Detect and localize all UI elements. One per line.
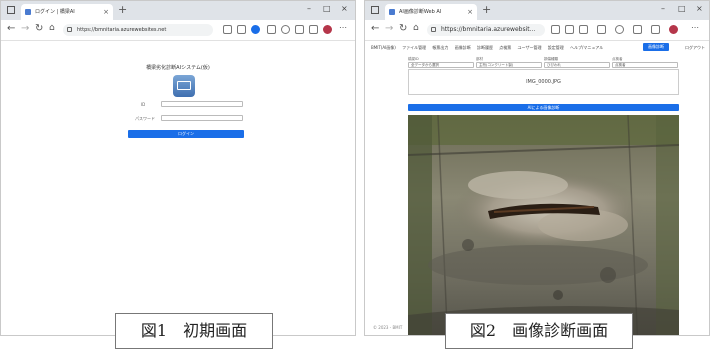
address-bar-row: ← → ↻ ⌂ https://bmnitaria.azurewebsites.… [1,20,355,41]
split-screen-icon[interactable] [597,25,606,34]
logout-link[interactable]: ログアウト [685,45,705,51]
lock-icon [431,27,436,32]
back-icon[interactable]: ← [371,23,379,34]
diagnosis-page: BMIT(AI画像) ファイル管理 帳票出力 画像診断 診断履歴 点検票 ユーザ… [365,41,709,335]
login-page: 橋梁劣化診断AIシステム(仮) ID パスワード ログイン [1,41,355,335]
forward-icon[interactable]: → [21,23,29,34]
read-aloud-icon[interactable] [551,25,560,34]
forward-icon[interactable]: → [385,23,393,34]
home-icon[interactable]: ⌂ [49,23,55,33]
menu-item[interactable]: ファイル管理 [402,45,426,50]
diagnose-nav-button[interactable]: 画像診断 [643,43,669,51]
new-tab-icon[interactable]: + [118,3,127,16]
browser-essentials-icon[interactable] [309,25,318,34]
member-select-group: 部材 主桁(コンクリート製) [476,57,542,68]
refresh-icon[interactable]: ↻ [399,23,407,34]
read-aloud-icon[interactable] [223,25,232,34]
url-field[interactable]: https://bmnitaria.azurewebsit... [427,24,545,36]
close-window-icon[interactable]: × [341,4,348,13]
tab-title: AI画像診断Web AI [399,9,442,15]
split-screen-icon[interactable] [267,25,276,34]
diagnosis-screen-window: AI画像診断Web AI × + – □ × ← → ↻ ⌂ https://b… [364,0,710,336]
menu-item[interactable]: ユーザー管理 [518,45,542,50]
minimize-icon[interactable]: – [307,4,311,13]
profile-icon[interactable] [323,25,332,34]
close-tab-icon[interactable]: × [103,4,109,20]
lock-icon [67,27,72,32]
collections-icon[interactable] [295,25,304,34]
collections-icon[interactable] [651,25,660,34]
maximize-icon[interactable]: □ [323,4,331,13]
profile-icon[interactable] [669,25,678,34]
menu-item[interactable]: BMIT(AI画像) [371,45,396,50]
refresh-icon[interactable]: ↻ [35,23,43,34]
url-field[interactable]: https://bmnitaria.azurewebsites.net [63,24,213,36]
inspector-select-group: 点検者 点検者 [612,57,678,68]
inspector-select[interactable]: 点検者 [612,62,678,68]
login-button[interactable]: ログイン [128,130,244,138]
page-title: 橋梁劣化診断AIシステム(仮) [146,65,210,71]
tab-favicon-icon [25,9,31,15]
new-tab-icon[interactable]: + [482,3,491,16]
menu-item[interactable]: 画像診断 [455,45,471,50]
window-menu-icon[interactable] [371,6,379,14]
minimize-icon[interactable]: – [661,4,665,13]
close-window-icon[interactable]: × [696,4,703,13]
menu-item[interactable]: ヘルプ/マニュアル [570,45,603,50]
browser-tab-bar: ログイン | 橋梁AI × + – □ × [1,1,355,20]
password-input[interactable] [161,115,243,121]
settings-icon[interactable] [615,25,624,34]
browser-tab[interactable]: ログイン | 橋梁AI × [21,4,113,20]
figure1-caption: 図1 初期画面 [115,313,273,349]
damage-select[interactable]: ひびわれ [544,62,610,68]
favorites-icon[interactable] [633,25,642,34]
bridge-select[interactable]: 全データから選択 [408,62,474,68]
browser-tab[interactable]: AI画像診断Web AI × [385,4,477,20]
initial-screen-window: ログイン | 橋梁AI × + – □ × ← → ↻ ⌂ https://bm… [0,0,356,336]
address-bar-row: ← → ↻ ⌂ https://bmnitaria.azurewebsit...… [365,20,709,41]
zoom-icon[interactable] [237,25,246,34]
file-name: IMG_0000.JPG [526,79,561,85]
tab-favicon-icon [389,9,395,15]
menu-item[interactable]: 帳票出力 [432,45,448,50]
menu-item[interactable]: 診断履歴 [477,45,493,50]
home-icon[interactable]: ⌂ [413,23,419,33]
member-select[interactable]: 主桁(コンクリート製) [476,62,542,68]
run-diagnosis-button[interactable]: AIによる画像診断 [408,104,679,111]
url-text: https://bmnitaria.azurewebsites.net [77,27,167,33]
app-logo [173,75,195,97]
zoom-icon[interactable] [565,25,574,34]
extension-icon[interactable] [251,25,260,34]
url-text: https://bmnitaria.azurewebsit... [441,26,536,33]
window-menu-icon[interactable] [7,6,15,14]
maximize-icon[interactable]: □ [678,4,686,13]
page-footer: © 2023 - BMIT [373,325,403,330]
figure2-caption: 図2 画像診断画面 [445,313,633,349]
close-tab-icon[interactable]: × [467,4,473,20]
password-label: パスワード [135,116,155,121]
menu-item[interactable]: 点検票 [499,45,511,50]
menu-item[interactable]: 設定管理 [548,45,564,50]
back-icon[interactable]: ← [7,23,15,34]
bridge-select-group: 橋梁ID 全データから選択 [408,57,474,68]
favorites-icon[interactable] [281,25,290,34]
browser-tab-bar: AI画像診断Web AI × + – □ × [365,1,709,20]
more-options-icon[interactable]: ⋯ [691,23,699,32]
concrete-damage-photo [408,115,679,335]
tracking-icon[interactable] [579,25,588,34]
top-menu: BMIT(AI画像) ファイル管理 帳票出力 画像診断 診断履歴 点検票 ユーザ… [371,45,608,51]
tab-title: ログイン | 橋梁AI [35,9,75,15]
more-options-icon[interactable]: ⋯ [339,23,347,32]
id-label: ID [141,102,146,107]
file-drop-area[interactable]: IMG_0000.JPG [408,69,679,95]
id-input[interactable] [161,101,243,107]
damage-select-group: 損傷種類 ひびわれ [544,57,610,68]
